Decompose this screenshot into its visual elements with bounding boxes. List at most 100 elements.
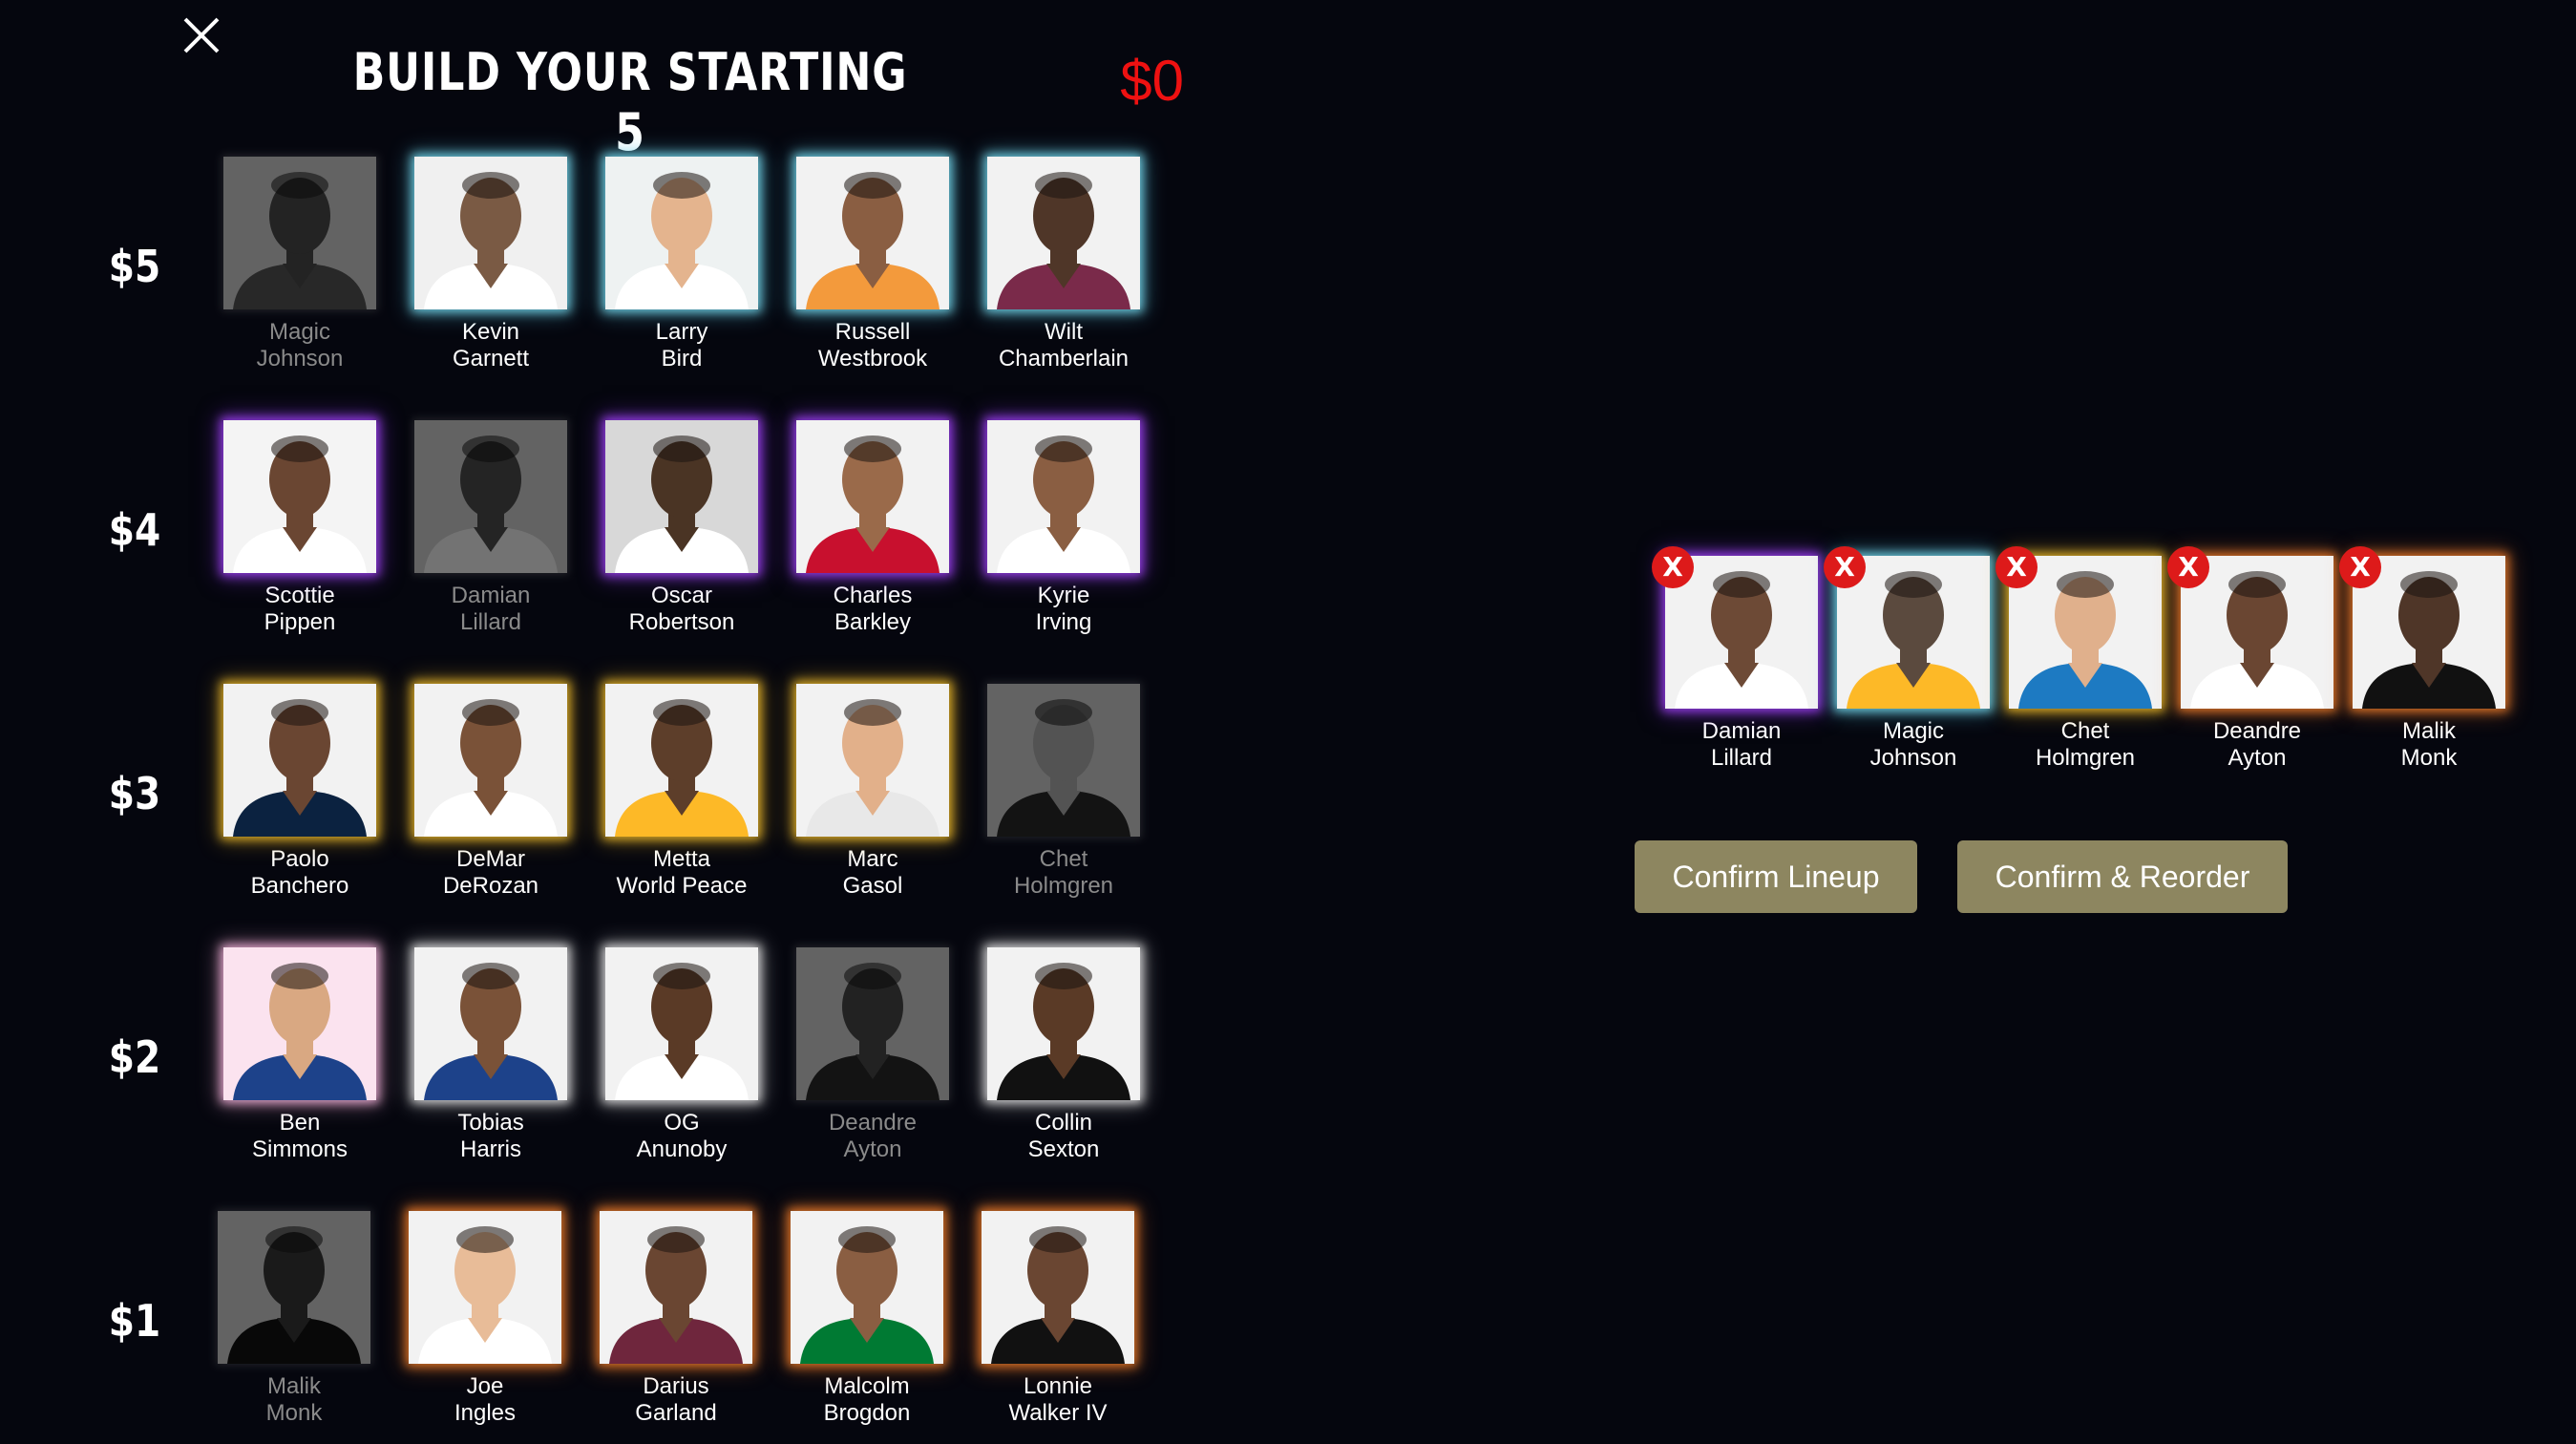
budget-remaining: $0	[1120, 49, 1184, 113]
player-photo	[605, 157, 758, 309]
player-last-name: Westbrook	[817, 346, 928, 372]
player-first-name: Malik	[2401, 718, 2456, 744]
player-first-name: Collin	[1034, 1110, 1093, 1136]
player-card-damian-lillard[interactable]: Damian Lillard	[414, 420, 567, 636]
player-photo	[982, 1211, 1134, 1364]
player-card-magic-johnson[interactable]: Magic Johnson	[223, 157, 376, 372]
player-card-demar-derozan[interactable]: DeMar DeRozan	[414, 684, 567, 900]
player-card-larry-bird[interactable]: Larry Bird	[605, 157, 758, 372]
player-card-kyrie-irving[interactable]: Kyrie Irving	[987, 420, 1140, 636]
player-first-name: Magic	[1882, 718, 1945, 744]
player-first-name: OG	[664, 1110, 700, 1136]
player-card-collin-sexton[interactable]: Collin Sexton	[987, 947, 1140, 1163]
player-photo	[223, 420, 376, 573]
player-first-name: Damian	[1701, 718, 1782, 744]
player-photo	[987, 684, 1140, 837]
confirm-lineup-button[interactable]: Confirm Lineup	[1635, 840, 1917, 913]
player-name: Chet Holmgren	[968, 846, 1159, 900]
player-last-name: Brogdon	[823, 1400, 911, 1426]
player-photo-frame	[414, 420, 567, 573]
player-name: Scottie Pippen	[204, 583, 395, 636]
player-name: Collin Sexton	[968, 1110, 1159, 1163]
player-last-name: Harris	[460, 1136, 521, 1162]
player-photo	[414, 684, 567, 837]
player-card-marc-gasol[interactable]: Marc Gasol	[796, 684, 949, 900]
player-photo	[791, 1211, 943, 1364]
player-card-tobias-harris[interactable]: Tobias Harris	[414, 947, 567, 1163]
player-first-name: Damian	[451, 583, 531, 608]
player-last-name: DeRozan	[442, 873, 539, 899]
player-name: Chet Holmgren	[1990, 718, 2181, 772]
confirm-reorder-button[interactable]: Confirm & Reorder	[1957, 840, 2288, 913]
player-photo	[600, 1211, 752, 1364]
player-first-name: Malcolm	[824, 1373, 910, 1399]
player-photo-frame	[223, 157, 376, 309]
player-photo	[223, 684, 376, 837]
player-first-name: Lonnie	[1023, 1373, 1093, 1399]
player-first-name: Chet	[1039, 846, 1088, 872]
player-first-name: Kyrie	[1037, 583, 1090, 608]
player-first-name: Ben	[279, 1110, 321, 1136]
remove-player-button[interactable]: X	[1824, 546, 1866, 588]
player-photo-frame	[223, 420, 376, 573]
player-photo-frame	[796, 684, 949, 837]
player-card-og-anunoby[interactable]: OG Anunoby	[605, 947, 758, 1163]
player-photo	[223, 157, 376, 309]
lineup-slot-chet-holmgren[interactable]: X Chet Holmgren	[1995, 546, 2162, 772]
player-photo	[796, 420, 949, 573]
player-card-russell-westbrook[interactable]: Russell Westbrook	[796, 157, 949, 372]
lineup-slot-malik-monk[interactable]: X Malik Monk	[2339, 546, 2505, 772]
player-name: Charles Barkley	[777, 583, 968, 636]
player-first-name: Darius	[643, 1373, 709, 1399]
remove-player-button[interactable]: X	[2339, 546, 2381, 588]
player-card-ben-simmons[interactable]: Ben Simmons	[223, 947, 376, 1163]
player-card-lonnie-walker-iv[interactable]: Lonnie Walker IV	[982, 1211, 1134, 1427]
player-card-scottie-pippen[interactable]: Scottie Pippen	[223, 420, 376, 636]
player-photo-frame	[796, 947, 949, 1100]
player-card-malik-monk[interactable]: Malik Monk	[218, 1211, 370, 1427]
lineup-slot-magic-johnson[interactable]: X Magic Johnson	[1824, 546, 1990, 772]
player-card-darius-garland[interactable]: Darius Garland	[600, 1211, 752, 1427]
lineup-slot-deandre-ayton[interactable]: X Deandre Ayton	[2167, 546, 2333, 772]
player-photo	[223, 947, 376, 1100]
player-last-name: Irving	[1035, 609, 1092, 635]
player-photo-frame	[600, 1211, 752, 1364]
close-icon	[183, 17, 220, 53]
player-photo	[414, 157, 567, 309]
remove-player-button[interactable]: X	[2167, 546, 2209, 588]
player-first-name: Scottie	[264, 583, 335, 608]
player-photo	[605, 947, 758, 1100]
player-photo-frame	[218, 1211, 370, 1364]
remove-player-button[interactable]: X	[1652, 546, 1694, 588]
player-card-kevin-garnett[interactable]: Kevin Garnett	[414, 157, 567, 372]
player-photo	[796, 947, 949, 1100]
player-last-name: Lillard	[1710, 745, 1773, 771]
player-name: Kyrie Irving	[968, 583, 1159, 636]
player-photo-frame	[223, 947, 376, 1100]
player-photo	[414, 420, 567, 573]
player-photo-frame	[605, 947, 758, 1100]
player-last-name: Ingles	[454, 1400, 517, 1426]
player-photo	[987, 947, 1140, 1100]
player-last-name: Walker IV	[1008, 1400, 1108, 1426]
player-last-name: World Peace	[616, 873, 748, 899]
player-card-paolo-banchero[interactable]: Paolo Banchero	[223, 684, 376, 900]
player-card-metta-world-peace[interactable]: Metta World Peace	[605, 684, 758, 900]
player-last-name: Garland	[635, 1400, 717, 1426]
close-button[interactable]	[178, 11, 225, 59]
player-first-name: Metta	[652, 846, 711, 872]
player-first-name: Wilt	[1045, 319, 1083, 345]
player-card-oscar-robertson[interactable]: Oscar Robertson	[605, 420, 758, 636]
player-card-charles-barkley[interactable]: Charles Barkley	[796, 420, 949, 636]
remove-player-button[interactable]: X	[1995, 546, 2038, 588]
player-card-malcolm-brogdon[interactable]: Malcolm Brogdon	[791, 1211, 943, 1427]
player-card-joe-ingles[interactable]: Joe Ingles	[409, 1211, 561, 1427]
player-card-chet-holmgren[interactable]: Chet Holmgren	[987, 684, 1140, 900]
page-title: BUILD YOUR STARTING 5	[352, 42, 908, 162]
player-card-deandre-ayton[interactable]: Deandre Ayton	[796, 947, 949, 1163]
player-first-name: DeMar	[455, 846, 525, 872]
lineup-slot-damian-lillard[interactable]: X Damian Lillard	[1652, 546, 1818, 772]
player-card-wilt-chamberlain[interactable]: Wilt Chamberlain	[987, 157, 1140, 372]
player-name: Larry Bird	[586, 319, 777, 372]
player-last-name: Anunoby	[636, 1136, 728, 1162]
